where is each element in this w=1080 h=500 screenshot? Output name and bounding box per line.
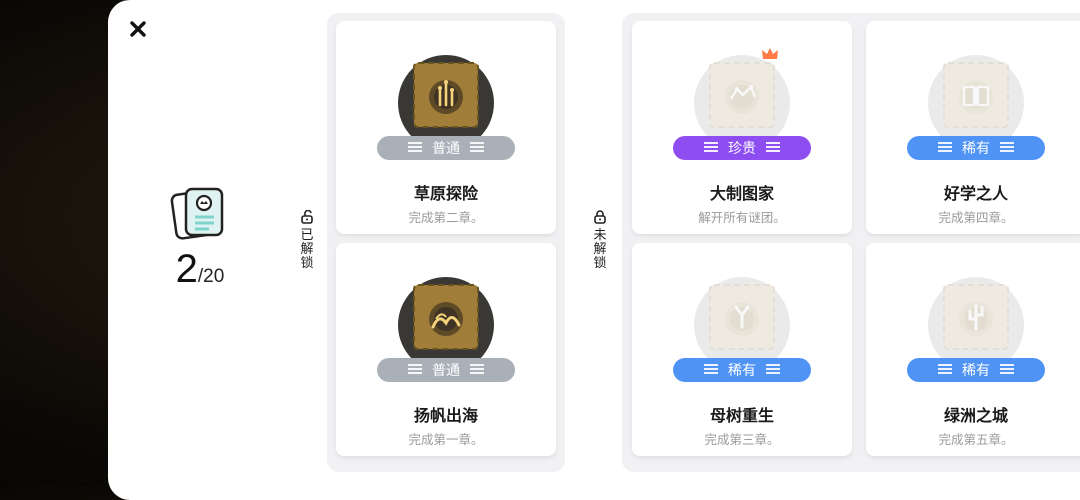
achievement-description: 完成第四章。	[938, 211, 1014, 225]
locked-section-label: 未 解 锁	[592, 210, 608, 270]
stripes-icon	[1000, 142, 1014, 154]
rarity-badge: 稀有	[673, 358, 811, 382]
achievement-description: 完成第五章。	[938, 433, 1014, 447]
stripes-icon	[408, 364, 422, 376]
rarity-badge: 稀有	[907, 136, 1045, 160]
stripes-icon	[408, 142, 422, 154]
stripes-icon	[470, 364, 484, 376]
rarity-label: 稀有	[962, 362, 990, 378]
rarity-label: 普通	[432, 362, 460, 378]
stripes-icon	[766, 142, 780, 154]
close-icon	[130, 21, 146, 37]
achievement-title: 绿洲之城	[943, 408, 1008, 425]
rarity-label: 珍贵	[728, 140, 756, 156]
crown-icon	[762, 48, 778, 59]
rarity-badge: 普通	[377, 136, 515, 160]
total-count: /20	[197, 266, 225, 287]
sprout-emblem-icon	[398, 55, 494, 137]
achievement-card[interactable]: 稀有 绿洲之城 完成第五章。	[866, 243, 1080, 456]
achievement-card[interactable]: 珍贵 大制图家 解开所有谜团。	[632, 21, 852, 234]
rarity-label: 普通	[432, 140, 460, 156]
close-button[interactable]	[127, 18, 149, 40]
stripes-icon	[938, 142, 952, 154]
achievement-counter: 2/20	[150, 185, 250, 289]
achievement-book-icon	[170, 187, 224, 240]
rarity-label: 稀有	[728, 362, 756, 378]
stripes-icon	[766, 364, 780, 376]
cactus-emblem-icon	[928, 277, 1024, 359]
achievement-title: 大制图家	[709, 186, 774, 203]
stripes-icon	[704, 364, 718, 376]
achievement-description: 完成第一章。	[408, 433, 484, 447]
achievement-card[interactable]: 普通 草原探险 完成第二章。	[336, 21, 556, 234]
achievement-card[interactable]: 普通 扬帆出海 完成第一章。	[336, 243, 556, 456]
achievement-card[interactable]: 稀有 母树重生 完成第三章。	[632, 243, 852, 456]
locked-lock-icon	[594, 210, 606, 224]
wave-emblem-icon	[398, 277, 494, 359]
achievement-title: 母树重生	[709, 408, 774, 425]
unlocked-lock-icon	[301, 210, 313, 224]
unlocked-section-label: 已 解 锁	[299, 210, 315, 270]
book-emblem-icon	[928, 55, 1024, 137]
rarity-badge: 普通	[377, 358, 515, 382]
map-emblem-icon	[694, 55, 790, 137]
rarity-label: 稀有	[962, 140, 990, 156]
achievement-title: 草原探险	[413, 186, 478, 203]
stripes-icon	[1000, 364, 1014, 376]
achievement-description: 解开所有谜团。	[698, 211, 786, 225]
achievement-card[interactable]: 稀有 好学之人 完成第四章。	[866, 21, 1080, 234]
achievement-title: 好学之人	[943, 186, 1008, 203]
rarity-badge: 珍贵	[673, 136, 811, 160]
stripes-icon	[704, 142, 718, 154]
achievement-description: 完成第三章。	[704, 433, 780, 447]
rarity-badge: 稀有	[907, 358, 1045, 382]
tree-emblem-icon	[694, 277, 790, 359]
achievement-title: 扬帆出海	[413, 408, 478, 425]
achievement-description: 完成第二章。	[408, 211, 484, 225]
stripes-icon	[938, 364, 952, 376]
stripes-icon	[470, 142, 484, 154]
unlocked-count: 2	[175, 247, 198, 291]
